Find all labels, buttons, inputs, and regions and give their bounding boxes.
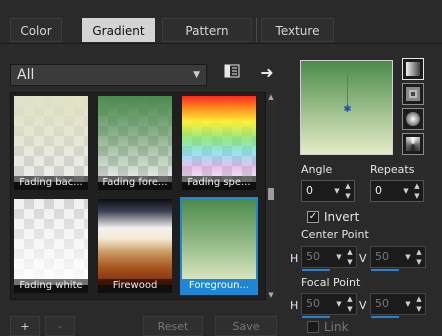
category-dropdown[interactable]: All ▼ <box>10 64 207 86</box>
center-v-spinner[interactable]: 50 ▼ ▲ ▼ <box>370 246 426 271</box>
gradient-label: Foregroun... <box>182 279 256 293</box>
arrow-right-icon[interactable]: ➜ <box>257 63 277 83</box>
spin-arrows-icon[interactable]: ▲ ▼ <box>344 294 356 314</box>
gradient-label: Fading white <box>14 279 88 293</box>
gradient-item[interactable]: Fading fore... <box>96 94 174 192</box>
link-label: Link <box>324 320 349 334</box>
focal-point-label: Focal Point <box>301 276 361 289</box>
center-v-value: 50 <box>375 250 389 263</box>
gradient-preview[interactable]: ✱ <box>300 60 393 155</box>
invert-checkbox[interactable]: ✓ <box>307 211 319 223</box>
invert-label: Invert <box>324 210 360 224</box>
tab-pattern[interactable]: Pattern <box>162 18 252 42</box>
save-button[interactable]: Save <box>215 316 277 336</box>
rectangular-style-button[interactable] <box>402 83 424 105</box>
scroll-down-icon[interactable]: ▼ <box>266 290 276 300</box>
chevron-down-icon: ▼ <box>193 70 200 80</box>
center-h-label: H <box>290 252 299 265</box>
focal-h-label: H <box>290 299 299 312</box>
linear-style-button[interactable] <box>402 58 424 80</box>
linear-style-icon <box>406 62 420 76</box>
focal-h-level-bar <box>302 316 330 318</box>
center-v-label: V <box>359 252 367 265</box>
center-h-level-bar <box>302 269 330 271</box>
focal-h-spinner[interactable]: 50 ▼ ▲ ▼ <box>301 293 357 318</box>
chevron-down-icon[interactable]: ▼ <box>332 181 342 201</box>
sunburst-style-icon <box>406 112 420 126</box>
angle-label: Angle <box>301 163 333 176</box>
focal-v-spinner[interactable]: 50 ▼ ▲ ▼ <box>370 293 426 318</box>
list-icon[interactable] <box>222 64 242 84</box>
category-selected: All <box>17 67 35 83</box>
spin-arrows-icon[interactable]: ▲ ▼ <box>411 181 423 201</box>
radial-style-icon <box>406 137 420 151</box>
focal-v-value: 50 <box>375 297 389 310</box>
gradient-item[interactable]: Firewood <box>96 197 174 295</box>
angle-handle-line <box>347 75 348 107</box>
rectangular-style-icon <box>406 87 420 101</box>
focal-v-level-bar <box>371 316 399 318</box>
tab-texture[interactable]: Texture <box>261 18 334 42</box>
reset-button[interactable]: Reset <box>143 316 203 336</box>
chevron-down-icon[interactable]: ▼ <box>403 294 413 314</box>
angle-value: 0 <box>306 184 313 197</box>
focal-h-value: 50 <box>306 297 320 310</box>
spin-arrows-icon[interactable]: ▲ ▼ <box>344 247 356 267</box>
gradient-item-selected[interactable]: Foregroun... <box>180 197 258 295</box>
chevron-down-icon[interactable]: ▼ <box>403 247 413 267</box>
center-h-value: 50 <box>306 250 320 263</box>
gradient-label: Firewood <box>98 279 172 293</box>
chevron-down-icon[interactable]: ▼ <box>334 247 344 267</box>
gradient-grid: Fading bac... Fading fore... Fading spe.… <box>10 92 266 300</box>
center-v-level-bar <box>371 269 399 271</box>
angle-spinner[interactable]: 0 ▼ ▲ ▼ <box>301 180 355 202</box>
radial-style-button[interactable] <box>402 133 424 155</box>
tab-bar: Color Gradient Pattern Texture <box>0 0 442 44</box>
spin-arrows-icon[interactable]: ▲ ▼ <box>413 247 425 267</box>
bottom-toolbar: + - Reset Save <box>0 312 290 336</box>
link-checkbox[interactable] <box>307 321 319 333</box>
tab-separator <box>256 18 257 42</box>
gradient-item[interactable]: Fading spe... <box>180 94 258 192</box>
sunburst-style-button[interactable] <box>402 108 424 130</box>
chevron-down-icon[interactable]: ▼ <box>401 181 411 201</box>
gradient-item[interactable]: Fading white <box>12 197 90 295</box>
grid-scrollbar[interactable]: ▲ ▼ <box>266 92 276 300</box>
repeats-label: Repeats <box>370 163 415 176</box>
center-point-icon[interactable]: ✱ <box>343 105 352 115</box>
add-button[interactable]: + <box>10 316 40 336</box>
tab-color[interactable]: Color <box>10 18 62 42</box>
repeats-spinner[interactable]: 0 ▼ ▲ ▼ <box>370 180 424 202</box>
center-h-spinner[interactable]: 50 ▼ ▲ ▼ <box>301 246 357 271</box>
gradient-label: Fading fore... <box>98 176 172 190</box>
spin-arrows-icon[interactable]: ▲ ▼ <box>342 181 354 201</box>
gradient-label: Fading spe... <box>182 176 256 190</box>
focal-v-label: V <box>359 299 367 312</box>
repeats-value: 0 <box>375 184 382 197</box>
scroll-up-icon[interactable]: ▲ <box>266 92 276 102</box>
spin-arrows-icon[interactable]: ▲ ▼ <box>413 294 425 314</box>
tab-gradient[interactable]: Gradient <box>82 18 155 42</box>
center-point-label: Center Point <box>301 228 369 241</box>
gradient-item[interactable]: Fading bac... <box>12 94 90 192</box>
gradient-label: Fading bac... <box>14 176 88 190</box>
scroll-thumb[interactable] <box>268 188 274 200</box>
chevron-down-icon[interactable]: ▼ <box>334 294 344 314</box>
remove-button[interactable]: - <box>45 316 75 336</box>
